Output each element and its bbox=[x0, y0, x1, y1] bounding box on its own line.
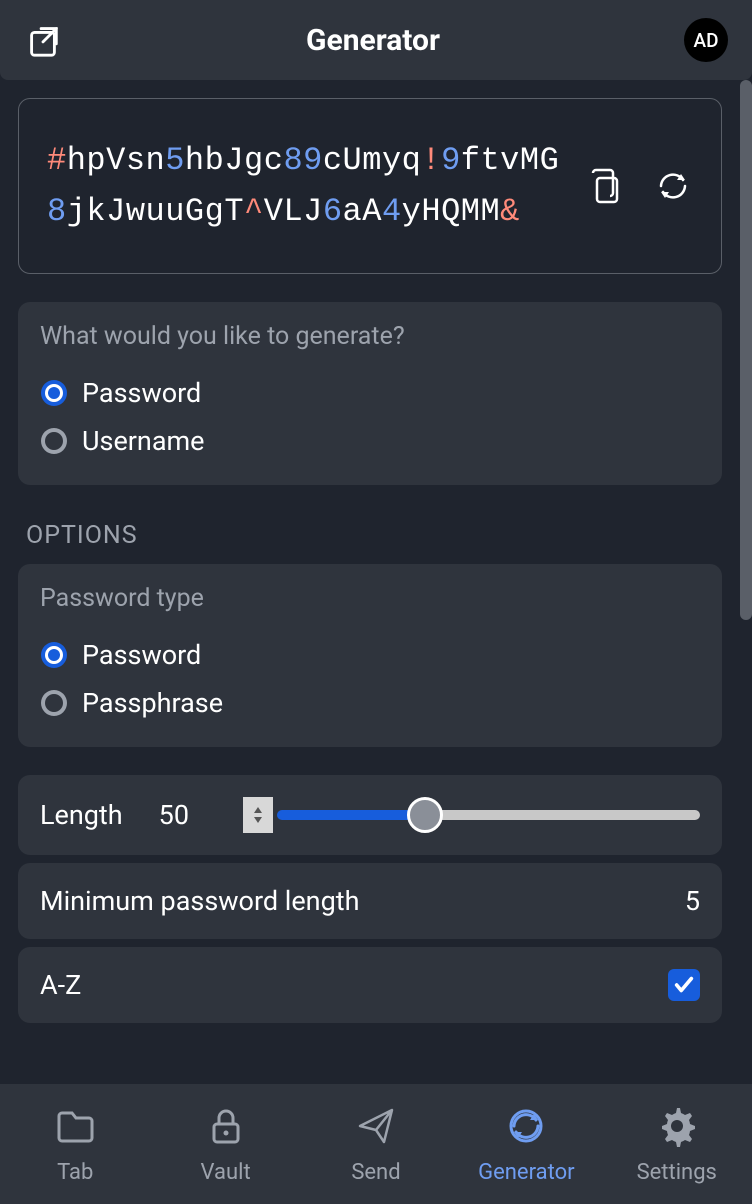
password-type-option-passphrase[interactable]: Passphrase bbox=[40, 679, 700, 727]
send-icon bbox=[354, 1104, 398, 1154]
folder-icon bbox=[53, 1104, 97, 1154]
nav-item-settings[interactable]: Settings bbox=[612, 1104, 742, 1185]
generate-type-option-username[interactable]: Username bbox=[40, 417, 700, 465]
regenerate-icon[interactable] bbox=[653, 166, 693, 206]
options-section-label: OPTIONS bbox=[26, 521, 722, 550]
copy-icon[interactable] bbox=[585, 166, 625, 206]
generated-password-text: #hpVsn5hbJgc89cUmyq!9ftvMG8jkJwuuGgT^VLJ… bbox=[47, 135, 565, 237]
length-value: 50 bbox=[159, 799, 189, 831]
nav-label: Generator bbox=[478, 1160, 574, 1185]
length-stepper[interactable] bbox=[243, 797, 273, 833]
uppercase-checkbox[interactable] bbox=[668, 969, 700, 1001]
length-label: Length bbox=[40, 799, 123, 831]
length-row: Length 50 bbox=[18, 775, 722, 855]
slider-thumb[interactable] bbox=[407, 797, 443, 833]
min-length-label: Minimum password length bbox=[40, 885, 359, 917]
uppercase-label: A-Z bbox=[40, 969, 81, 1001]
page-title: Generator bbox=[306, 23, 440, 58]
gear-icon bbox=[655, 1104, 699, 1154]
generate-type-card: What would you like to generate? Passwor… bbox=[18, 302, 722, 485]
lock-icon bbox=[204, 1104, 248, 1154]
nav-label: Vault bbox=[201, 1160, 251, 1185]
min-length-value: 5 bbox=[685, 885, 700, 917]
uppercase-row[interactable]: A-Z bbox=[18, 947, 722, 1023]
radio-label: Passphrase bbox=[82, 687, 223, 719]
radio-label: Password bbox=[82, 639, 201, 671]
generate-type-option-password[interactable]: Password bbox=[40, 369, 700, 417]
radio-label: Password bbox=[82, 377, 201, 409]
password-type-option-password[interactable]: Password bbox=[40, 631, 700, 679]
app-header: Generator AD bbox=[0, 0, 752, 80]
min-length-row[interactable]: Minimum password length 5 bbox=[18, 863, 722, 939]
popout-icon[interactable] bbox=[24, 21, 62, 59]
content-area: #hpVsn5hbJgc89cUmyq!9ftvMG8jkJwuuGgT^VLJ… bbox=[0, 80, 740, 1084]
nav-item-vault[interactable]: Vault bbox=[161, 1104, 291, 1185]
password-type-label: Password type bbox=[40, 584, 700, 613]
radio-label: Username bbox=[82, 425, 205, 457]
nav-item-tab[interactable]: Tab bbox=[10, 1104, 140, 1185]
bottom-nav: Tab Vault Send Generator Settings bbox=[0, 1084, 752, 1204]
password-type-card: Password type Password Passphrase bbox=[18, 564, 722, 747]
length-slider[interactable] bbox=[277, 810, 700, 820]
nav-label: Tab bbox=[57, 1160, 93, 1185]
nav-item-generator[interactable]: Generator bbox=[461, 1104, 591, 1185]
generated-password-box: #hpVsn5hbJgc89cUmyq!9ftvMG8jkJwuuGgT^VLJ… bbox=[18, 98, 722, 274]
nav-label: Send bbox=[351, 1160, 400, 1185]
nav-label: Settings bbox=[637, 1160, 717, 1185]
avatar[interactable]: AD bbox=[684, 18, 728, 62]
nav-item-send[interactable]: Send bbox=[311, 1104, 441, 1185]
refresh-icon bbox=[504, 1104, 548, 1154]
scrollbar[interactable] bbox=[740, 80, 752, 630]
generate-type-question: What would you like to generate? bbox=[40, 322, 700, 351]
